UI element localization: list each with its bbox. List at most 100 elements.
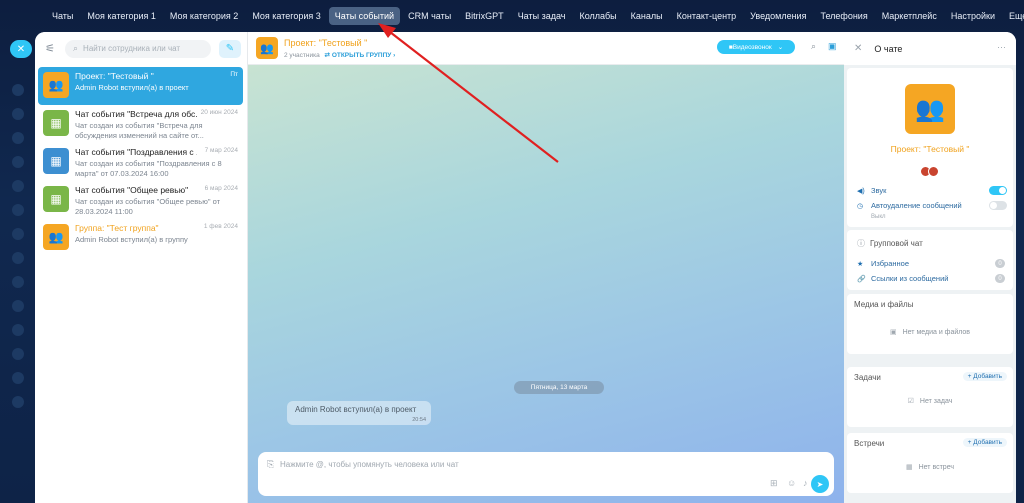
chevron-down-icon[interactable]: ⌄ [778, 43, 783, 51]
chat-item-date: 1 фев 2024 [203, 223, 238, 230]
menu-item[interactable]: Коллабы [573, 7, 622, 25]
chat-item-preview: Admin Robot вступил(а) в проект [75, 83, 189, 92]
rail-icon[interactable] [12, 324, 24, 336]
emoji-icon[interactable]: ☺ [787, 478, 796, 488]
rail-icon[interactable] [12, 204, 24, 216]
calendar-icon: ▦ [43, 110, 69, 136]
chat-list-item[interactable]: 👥 Группа: "Тест группа" 1 фев 2024 Admin Ro… [38, 219, 243, 257]
menu-item[interactable]: Чаты задач [512, 7, 572, 25]
menu-item[interactable]: Моя категория 2 [164, 7, 244, 25]
open-group-link[interactable]: ⇄ ОТКРЫТЬ ГРУППУ › [325, 52, 396, 59]
chat-item-date: 6 мар 2024 [204, 185, 238, 192]
more-icon[interactable]: ··· [997, 42, 1006, 52]
rail-icon[interactable] [12, 300, 24, 312]
menu-item[interactable]: Еще ⌄ [1003, 7, 1024, 26]
message-composer[interactable]: ⎘ Нажмите @, чтобы упомянуть человека ил… [258, 452, 834, 496]
rail-icon[interactable] [12, 396, 24, 408]
group-icon: 👥 [43, 72, 69, 98]
close-icon[interactable]: ✕ [854, 43, 862, 54]
speaker-icon: ◀) [857, 187, 865, 195]
chat-list-item[interactable]: ▦ Чат события "Встреча для обс... 20 июн 2… [38, 105, 243, 143]
chat-item-title: Группа: "Тест группа" [75, 223, 159, 233]
rail-icon[interactable] [12, 132, 24, 144]
link-icon: 🔗 [857, 275, 866, 283]
meetings-empty: ▦ Нет встреч [847, 463, 1013, 471]
chat-list-header: ⚟ ⌕ Найти сотрудника или чат ✎ [35, 32, 247, 65]
rail-icon[interactable] [12, 276, 24, 288]
favorites-count: 0 [995, 259, 1005, 268]
top-menu: Чаты Моя категория 1 Моя категория 2 Моя ка… [0, 0, 1024, 32]
date-divider: Пятница, 13 марта [514, 381, 604, 394]
menu-item[interactable]: Чаты событий [328, 7, 401, 25]
autodelete-note: Выкл [871, 214, 886, 220]
chat-item-preview: Чат создан из события "Общее ревью" от 2… [75, 197, 221, 216]
chat-type-card: ⓘ Групповой чат ★ Избранное 0 🔗 Ссылки и… [847, 230, 1013, 290]
chat-list-item[interactable]: 👥 Проект: "Тестовый " Пт Admin Robot вступи… [38, 67, 243, 105]
rail-icon[interactable] [12, 372, 24, 384]
chat-item-date: 7 мар 2024 [204, 147, 238, 154]
video-call-button[interactable]: ■ Видеозвонок ⌄ [717, 40, 795, 54]
rail-icon[interactable] [12, 252, 24, 264]
menu-item[interactable]: Контакт-центр [671, 7, 743, 25]
rail-icon[interactable] [12, 180, 24, 192]
add-task-button[interactable]: + Добавить [962, 372, 1007, 381]
rail-icon[interactable] [12, 108, 24, 120]
chat-list-item[interactable]: ▦ Чат события "Поздравления с ... 7 мар 20… [38, 143, 243, 181]
group-icon[interactable]: 👥 [256, 37, 278, 59]
favorites-row[interactable]: ★ Избранное [857, 259, 909, 268]
search-input[interactable]: ⌕ Найти сотрудника или чат [65, 39, 211, 58]
menu-item[interactable]: Чаты [46, 7, 79, 25]
media-empty: ▣ Нет медиа и файлов [847, 328, 1013, 336]
chat-subtitle: 2 участника ⇄ ОТКРЫТЬ ГРУППУ › [284, 51, 395, 59]
autodelete-toggle[interactable] [989, 201, 1007, 210]
rail-icon[interactable] [12, 84, 24, 96]
new-chat-button[interactable]: ✎ [219, 39, 241, 58]
filter-icon[interactable]: ⚟ [41, 40, 59, 58]
chat-info-panel: ✕ О чате ··· 👥 Проект: "Тестовый " ◀) Зв… [844, 32, 1016, 503]
group-icon[interactable]: 👥 [905, 84, 955, 134]
composer-placeholder: Нажмите @, чтобы упомянуть человека или … [280, 460, 459, 469]
star-icon: ★ [857, 260, 864, 268]
favorites-label: Избранное [871, 259, 910, 268]
search-icon[interactable]: ⌕ [811, 41, 816, 52]
send-button[interactable]: ➤ [811, 475, 829, 493]
menu-item[interactable]: Каналы [625, 7, 669, 25]
menu-item[interactable]: Телефония [814, 7, 873, 25]
attach-icon[interactable]: ⎘ [267, 459, 274, 470]
chat-area: 👥 Проект: "Тестовый " 2 участника ⇄ ОТКР… [248, 32, 844, 503]
menu-item[interactable]: BitrixGPT [459, 7, 510, 25]
autodelete-label: Автоудаление сообщений [871, 201, 962, 210]
chat-title[interactable]: Проект: "Тестовый " [284, 38, 367, 48]
add-meeting-button[interactable]: + Добавить [962, 438, 1007, 447]
sound-toggle[interactable] [989, 186, 1007, 195]
rail-icon[interactable] [12, 348, 24, 360]
grid-icon[interactable]: ⊞ [770, 478, 778, 489]
left-rail: ✕ [0, 32, 36, 503]
close-icon[interactable]: ✕ [10, 40, 32, 58]
media-empty-text: Нет медиа и файлов [902, 329, 971, 336]
participants-count[interactable]: 2 участника [284, 52, 320, 59]
rail-icon[interactable] [12, 156, 24, 168]
chat-item-preview: Admin Robot вступил(а) в группу [75, 235, 188, 244]
microphone-icon[interactable]: ♪ [803, 478, 808, 488]
timer-icon: ◷ [857, 202, 864, 210]
links-row[interactable]: 🔗 Ссылки из сообщений [857, 274, 948, 283]
menu-item[interactable]: Настройки [945, 7, 1001, 25]
menu-item[interactable]: Моя категория 1 [81, 7, 161, 25]
members-avatars[interactable] [920, 166, 942, 178]
chat-type-row: ⓘ Групповой чат [857, 238, 923, 249]
menu-item[interactable]: Моя категория 3 [246, 7, 326, 25]
tasks-card: Задачи + Добавить ☑ Нет задач [847, 367, 1013, 427]
system-message: Admin Robot вступил(а) в проект 20:54 [287, 401, 431, 425]
image-icon: ▣ [889, 329, 897, 336]
search-placeholder: Найти сотрудника или чат [83, 44, 181, 53]
menu-item[interactable]: Маркетплейс [876, 7, 943, 25]
sound-label: Звук [871, 186, 887, 195]
info-icon: ⓘ [857, 239, 865, 248]
menu-item[interactable]: CRM чаты [402, 7, 457, 25]
sidebar-toggle-icon[interactable]: ▣ [828, 41, 837, 52]
project-name[interactable]: Проект: "Тестовый " [847, 144, 1013, 154]
rail-icon[interactable] [12, 228, 24, 240]
chat-list-item[interactable]: ▦ Чат события "Общее ревью" 6 мар 2024 Чат … [38, 181, 243, 219]
menu-item[interactable]: Уведомления [744, 7, 812, 25]
